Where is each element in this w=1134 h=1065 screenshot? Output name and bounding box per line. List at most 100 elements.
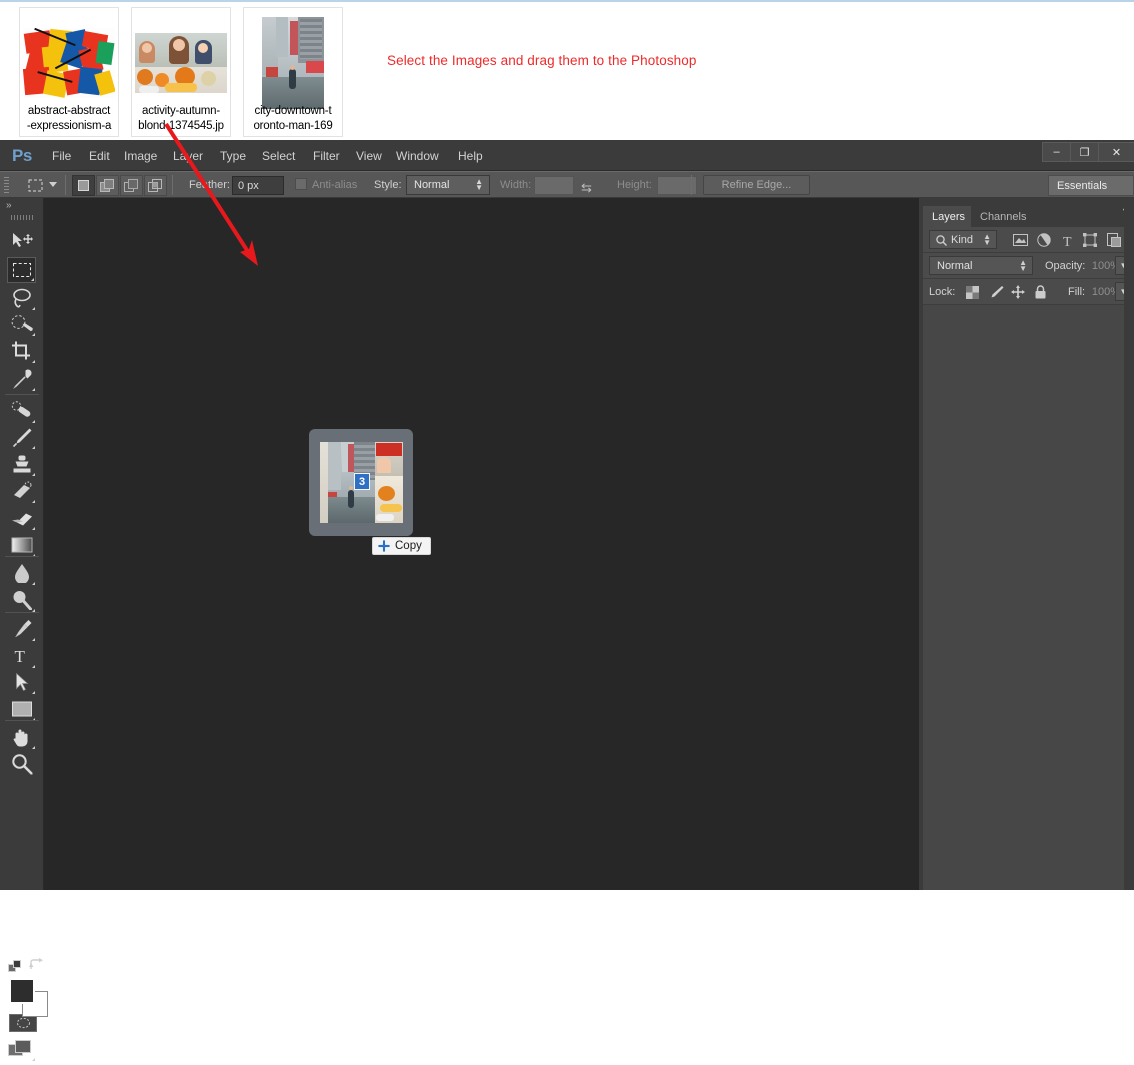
close-button[interactable]: ✕ [1098, 142, 1134, 162]
move-tool[interactable] [7, 228, 36, 254]
svg-text:T: T [14, 647, 25, 665]
layers-panel-body: Kind ▲▼ T [923, 227, 1134, 890]
zoom-tool[interactable] [7, 751, 36, 777]
minimize-button[interactable]: – [1042, 142, 1071, 162]
file-tile-abstract[interactable]: abstract-abstract -expressionism-a [19, 7, 119, 137]
quick-selection-icon [10, 314, 33, 334]
clone-stamp-icon [11, 454, 32, 475]
gradient-tool[interactable] [7, 532, 36, 558]
width-input[interactable] [534, 176, 574, 195]
spot-healing-brush-tool[interactable] [7, 398, 36, 424]
spot-healing-brush-icon [11, 401, 33, 422]
foreground-color-swatch[interactable] [9, 978, 35, 1004]
menu-type[interactable]: Type [217, 148, 249, 164]
shape-layer-filter-icon[interactable] [1080, 231, 1100, 249]
smart-object-filter-icon[interactable] [1104, 231, 1124, 249]
drag-file-count-badge: 3 [354, 473, 370, 490]
layer-kind-label: Kind [951, 234, 973, 246]
tool-preset-chevron-down-icon[interactable] [49, 182, 57, 187]
screen-mode-button[interactable] [8, 1040, 36, 1062]
tool-more-indicator [32, 420, 35, 423]
maximize-button[interactable]: ❐ [1070, 142, 1099, 162]
toolbox-grip[interactable] [11, 215, 33, 220]
anti-alias-checkbox[interactable] [295, 178, 307, 190]
tool-more-indicator [32, 582, 35, 585]
pixel-layer-filter-icon[interactable] [1010, 231, 1030, 249]
options-bar-grip[interactable] [4, 177, 9, 194]
crop-tool[interactable] [7, 338, 36, 364]
menu-edit[interactable]: Edit [86, 148, 113, 164]
hand-tool[interactable] [7, 724, 36, 750]
menu-select[interactable]: Select [259, 148, 298, 164]
canvas-area[interactable]: 3 Copy [44, 198, 919, 890]
quick-mask-icon [16, 1017, 31, 1029]
eyedropper-tool[interactable] [7, 366, 36, 392]
lock-all-icon[interactable] [1031, 283, 1050, 301]
collapse-panel-icon[interactable]: » [6, 200, 10, 211]
swap-colors-icon[interactable] [29, 958, 43, 977]
workspace-essentials-button[interactable]: Essentials [1048, 175, 1134, 196]
menu-file[interactable]: File [49, 148, 74, 164]
refine-edge-button[interactable]: Refine Edge... [703, 175, 810, 195]
add-to-selection-button[interactable] [96, 175, 119, 196]
tool-preset-picker[interactable] [24, 175, 47, 196]
brush-tool[interactable] [7, 424, 36, 450]
options-separator-3 [691, 175, 692, 195]
type-layer-filter-icon[interactable]: T [1058, 231, 1078, 249]
clone-stamp-tool[interactable] [7, 451, 36, 477]
adjustment-layer-filter-icon[interactable] [1034, 231, 1054, 249]
file-tile-activity[interactable]: activity-autumn- blond-1374545.jp [131, 7, 231, 137]
blend-mode-value: Normal [937, 260, 972, 272]
feather-input[interactable]: 0 px [232, 176, 284, 195]
eraser-tool[interactable] [7, 505, 36, 531]
file-name-label: activity-autumn- blond-1374545.jp [132, 104, 230, 133]
tab-layers[interactable]: Layers [923, 206, 974, 227]
menu-bar: Ps File Edit Image Layer Type Select Fil… [0, 140, 1134, 171]
photoshop-window: Ps File Edit Image Layer Type Select Fil… [0, 140, 1134, 890]
blur-tool[interactable] [7, 560, 36, 586]
intersect-with-selection-button[interactable] [144, 175, 167, 196]
rectangular-marquee-tool[interactable] [7, 257, 36, 283]
options-separator-1 [65, 175, 66, 195]
quick-selection-tool[interactable] [7, 311, 36, 337]
brush-tool-icon [11, 427, 32, 448]
layer-filter-row: Kind ▲▼ T [923, 227, 1134, 253]
menu-window[interactable]: Window [393, 148, 442, 164]
menu-help[interactable]: Help [455, 148, 486, 164]
lock-label: Lock: [929, 286, 955, 298]
tab-channels[interactable]: Channels [971, 206, 1035, 227]
lock-image-pixels-icon[interactable] [986, 283, 1005, 301]
style-value: Normal [414, 179, 449, 191]
swap-dimensions-icon[interactable]: ⇆ [581, 180, 592, 196]
menu-image[interactable]: Image [121, 148, 160, 164]
toolbox-divider-3 [5, 612, 39, 613]
search-icon [936, 235, 947, 246]
history-brush-tool[interactable] [7, 478, 36, 504]
layer-list[interactable] [923, 305, 1134, 890]
dodge-tool-icon [11, 590, 32, 610]
blend-mode-select[interactable]: Normal ▲▼ [929, 256, 1033, 275]
menu-filter[interactable]: Filter [310, 148, 343, 164]
file-name-label: abstract-abstract -expressionism-a [20, 104, 118, 133]
tool-more-indicator [32, 665, 35, 668]
width-label: Width: [500, 179, 531, 191]
menu-view[interactable]: View [353, 148, 385, 164]
layer-kind-select[interactable]: Kind ▲▼ [929, 230, 997, 249]
rectangle-tool[interactable] [7, 696, 36, 722]
subtract-from-selection-button[interactable] [120, 175, 143, 196]
file-tile-city[interactable]: city-downtown-t oronto-man-169 [243, 7, 343, 137]
new-selection-button[interactable] [72, 175, 95, 196]
tool-more-indicator [32, 527, 35, 530]
path-selection-tool[interactable] [7, 669, 36, 695]
reset-colors-icon[interactable] [8, 960, 22, 979]
menu-layer[interactable]: Layer [170, 148, 206, 164]
type-tool-icon: T [13, 647, 30, 665]
dodge-tool[interactable] [7, 587, 36, 613]
horizontal-type-tool[interactable]: T [7, 643, 36, 669]
screen-mode-icon [8, 1040, 32, 1060]
lock-position-icon[interactable] [1008, 283, 1027, 301]
style-select[interactable]: Normal ▲▼ [406, 175, 490, 195]
lasso-tool[interactable] [7, 285, 36, 311]
lock-transparent-pixels-icon[interactable] [963, 283, 982, 301]
pen-tool[interactable] [7, 616, 36, 642]
